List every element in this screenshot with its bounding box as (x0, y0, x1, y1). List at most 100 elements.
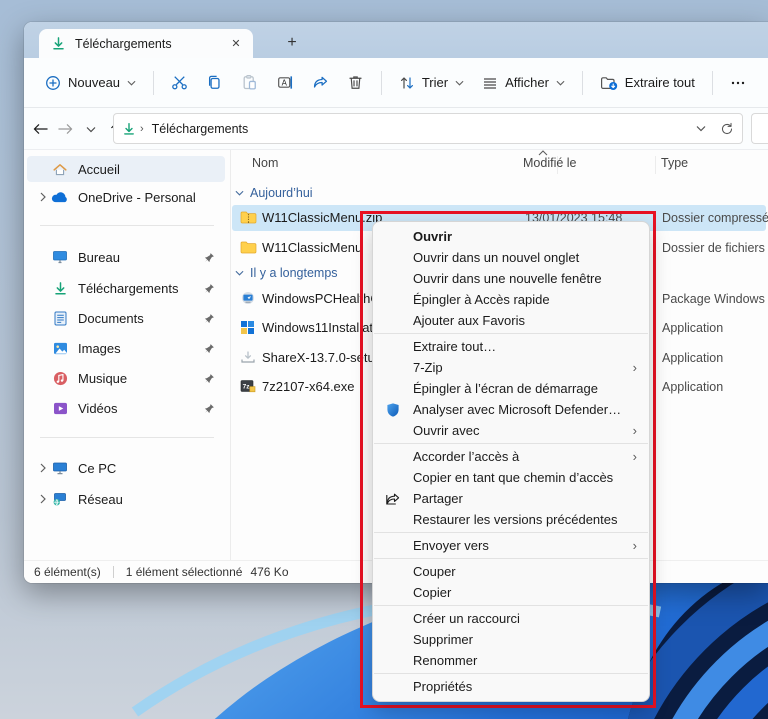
share-icon (313, 76, 327, 88)
menu-item-copier[interactable]: Copier (373, 582, 649, 603)
share-icon (385, 491, 401, 507)
menu-item-ouvrir[interactable]: Ouvrir (373, 226, 649, 247)
menu-item-epingler-acces-rapide[interactable]: Épingler à Accès rapide (373, 289, 649, 310)
menu-item-ouvrir-nouvel-onglet[interactable]: Ouvrir dans un nouvel onglet (373, 247, 649, 268)
sidebar-item-videos[interactable]: Vidéos (27, 395, 225, 421)
copy-button[interactable] (197, 66, 232, 100)
sidebar-item-images[interactable]: Images (27, 335, 225, 361)
delete-button[interactable] (338, 66, 373, 100)
menu-item-analyser-defender[interactable]: Analyser avec Microsoft Defender… (373, 399, 649, 420)
extract-folder-icon (600, 76, 617, 90)
music-icon (51, 370, 69, 386)
menu-item-extraire-tout[interactable]: Extraire tout… (373, 336, 649, 357)
menu-item-partager[interactable]: Partager (373, 488, 649, 509)
chevron-right-icon[interactable] (35, 494, 51, 504)
back-button[interactable] (28, 115, 53, 143)
pc-health-check-icon (240, 291, 257, 307)
new-button[interactable]: Nouveau (36, 66, 145, 100)
menu-divider (374, 673, 648, 674)
toolbar-divider (581, 70, 583, 95)
selection-count: 1 élément sélectionné (125, 565, 243, 579)
installer-icon (240, 350, 257, 366)
menu-item-copier-chemin[interactable]: Copier en tant que chemin d’accès (373, 467, 649, 488)
share-button[interactable] (303, 66, 338, 100)
search-input[interactable] (751, 113, 768, 144)
forward-button[interactable] (53, 115, 78, 143)
pictures-icon (51, 340, 69, 356)
column-header-nom[interactable]: Nom (252, 156, 278, 170)
list-lines-icon (484, 77, 497, 89)
cut-button[interactable] (162, 66, 197, 100)
pin-icon (199, 252, 219, 263)
menu-item-epingler-ecran-demarrage[interactable]: Épingler à l’écran de démarrage (373, 378, 649, 399)
column-headers: Nom Modifié le Type (230, 150, 768, 174)
sidebar-item-musique[interactable]: Musique (27, 365, 225, 391)
address-dropdown-icon[interactable] (696, 125, 706, 132)
sidebar-item-documents[interactable]: Documents (27, 305, 225, 331)
arrow-left-icon (33, 124, 48, 134)
menu-item-ajouter-favoris[interactable]: Ajouter aux Favoris (373, 310, 649, 331)
menu-item-renommer[interactable]: Renommer (373, 650, 649, 671)
menu-item-creer-raccourci[interactable]: Créer un raccourci (373, 608, 649, 629)
menu-item-7zip[interactable]: 7-Zip › (373, 357, 649, 378)
menu-item-supprimer[interactable]: Supprimer (373, 629, 649, 650)
view-button[interactable]: Afficher (473, 66, 574, 100)
sort-button[interactable]: Trier (390, 66, 473, 100)
svg-text:A: A (281, 78, 287, 87)
sidebar-item-telechargements[interactable]: Téléchargements (27, 275, 225, 301)
context-menu: Ouvrir Ouvrir dans un nouvel onglet Ouvr… (372, 221, 650, 702)
menu-divider (374, 532, 648, 533)
chevron-down-icon (127, 80, 136, 86)
navigation-pane: Accueil OneDrive - Personal Bureau Téléc… (24, 150, 230, 560)
submenu-arrow-icon: › (632, 538, 637, 553)
column-header-modifie-le[interactable]: Modifié le (523, 156, 577, 170)
menu-item-accorder-acces[interactable]: Accorder l’accès à › (373, 446, 649, 467)
downloads-icon (51, 280, 69, 296)
column-header-type[interactable]: Type (661, 156, 688, 170)
group-header-aujourdhui[interactable]: Aujourd’hui (230, 183, 313, 203)
tab-telechargements[interactable]: Téléchargements ✕ (39, 29, 253, 58)
menu-item-ouvrir-nouvelle-fenetre[interactable]: Ouvrir dans une nouvelle fenêtre (373, 268, 649, 289)
menu-divider (374, 558, 648, 559)
menu-item-proprietes[interactable]: Propriétés (373, 676, 649, 697)
chevron-right-icon[interactable] (35, 463, 51, 473)
zip-folder-icon (240, 210, 257, 226)
sort-arrows-icon (400, 76, 413, 89)
pin-icon (199, 313, 219, 324)
sort-ascending-icon (538, 150, 548, 156)
svg-text:7z: 7z (243, 384, 251, 391)
sidebar-item-onedrive[interactable]: OneDrive - Personal (27, 184, 225, 210)
sidebar-item-reseau[interactable]: Réseau (27, 486, 225, 512)
group-header-il-y-a-longtemps[interactable]: Il y a longtemps (230, 263, 338, 283)
chevron-right-icon[interactable] (35, 192, 51, 202)
status-divider (112, 566, 114, 578)
refresh-icon[interactable] (720, 122, 734, 136)
recent-locations-button[interactable] (78, 115, 103, 143)
ellipsis-icon (732, 81, 745, 84)
sidebar-item-ce-pc[interactable]: Ce PC (27, 455, 225, 481)
sidebar-item-accueil[interactable]: Accueil (27, 156, 225, 182)
menu-item-envoyer-vers[interactable]: Envoyer vers › (373, 535, 649, 556)
new-tab-button[interactable]: + (280, 31, 304, 55)
menu-item-ouvrir-avec[interactable]: Ouvrir avec › (373, 420, 649, 441)
windows-logo-icon (240, 320, 257, 336)
rename-button[interactable]: A (267, 66, 302, 100)
extract-all-button[interactable]: Extraire tout (591, 66, 704, 100)
breadcrumb[interactable]: Téléchargements (152, 122, 249, 136)
more-options-button[interactable] (721, 66, 756, 100)
defender-shield-icon (385, 402, 401, 418)
sidebar-divider (40, 437, 214, 438)
arrow-right-icon (58, 124, 73, 134)
scissors-icon (172, 76, 187, 90)
pin-icon (199, 403, 219, 414)
downloads-icon (124, 122, 134, 135)
menu-item-restaurer-versions[interactable]: Restaurer les versions précédentes (373, 509, 649, 530)
tab-close-icon[interactable]: ✕ (227, 35, 245, 53)
menu-divider (374, 333, 648, 334)
sidebar-item-bureau[interactable]: Bureau (27, 244, 225, 270)
address-box[interactable]: › Téléchargements (113, 113, 743, 144)
menu-item-couper[interactable]: Couper (373, 561, 649, 582)
videos-icon (51, 400, 69, 416)
paste-button[interactable] (232, 66, 267, 100)
chevron-down-icon (86, 126, 95, 132)
